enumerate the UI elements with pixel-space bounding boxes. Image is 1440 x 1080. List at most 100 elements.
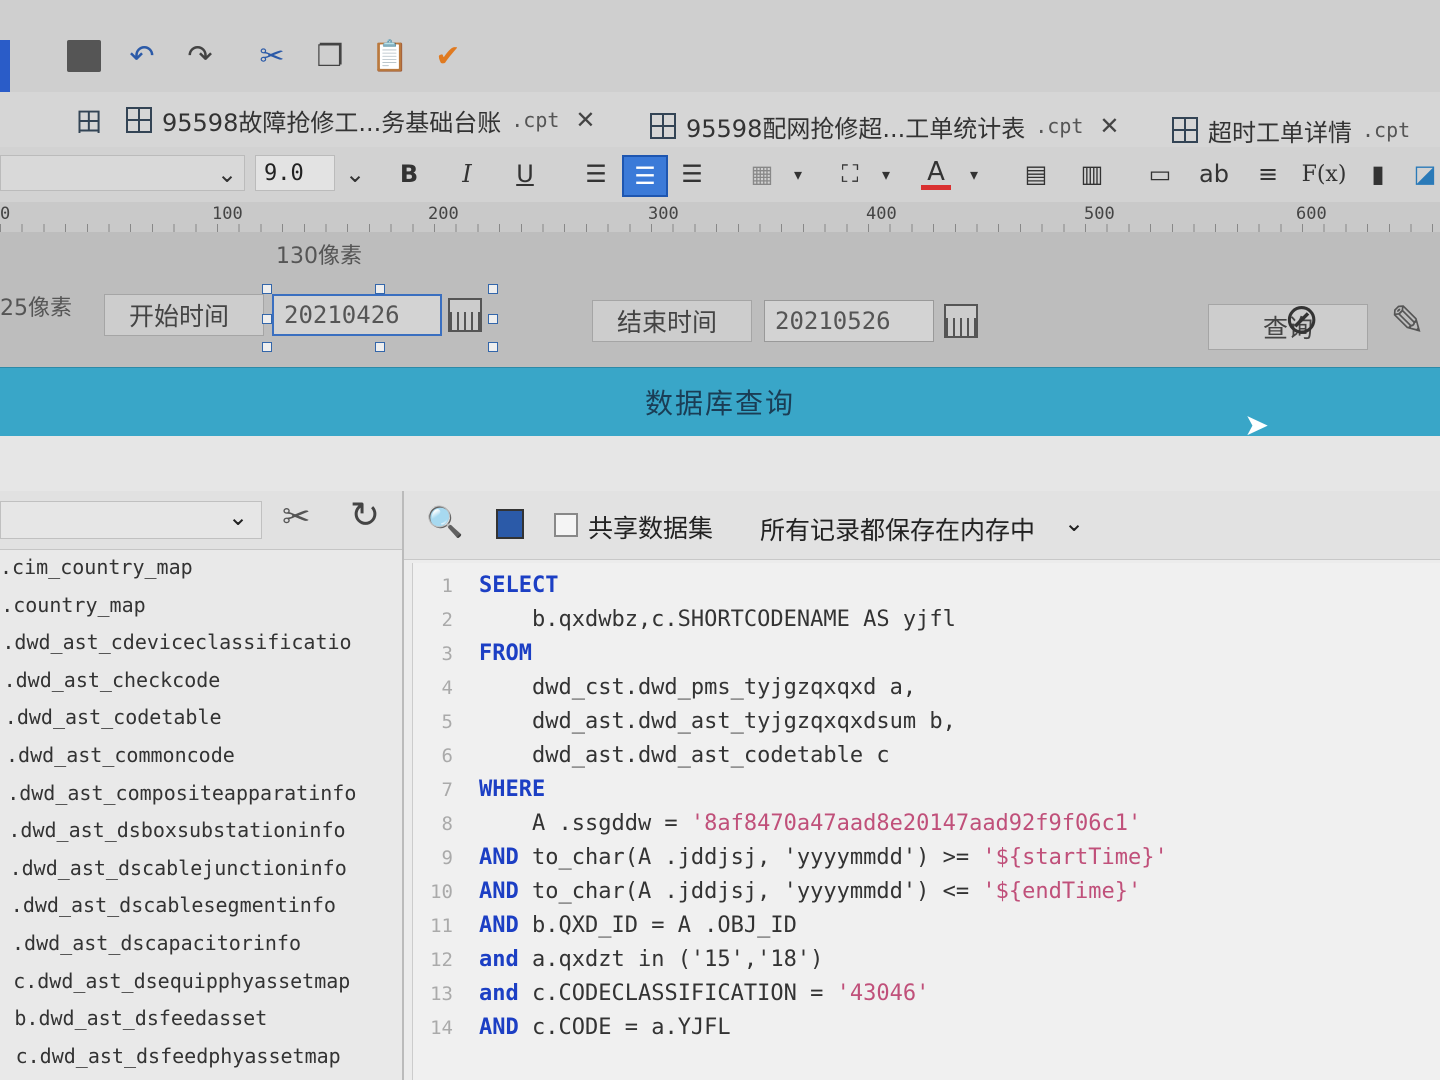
table-list-item[interactable]: .dwd_ast_dscablejunctioninfo [10,856,347,892]
ruler-mark: 500 [1084,204,1115,224]
font-size-select[interactable]: 9.0 [255,155,335,191]
table-list-item[interactable]: b.dwd_ast_dsfeedasset [14,1006,267,1042]
tab-file-3[interactable]: 超时工单详情 .cpt [1172,108,1410,152]
formula-button[interactable]: F(x) [1302,155,1347,193]
table-list-item[interactable]: .dwd_ast_commoncode [6,743,235,779]
sql-line: dwd_ast.dwd_ast_codetable c [479,743,890,768]
format-toolbar: ⌄ 9.0 ⌄ B I U ☰ ☰ ☰ ▦ ▾ ⛶ ▾ A ▾ ▤ ▥ ▭ ab… [0,147,1440,203]
sql-editor[interactable]: 1 SELECT 2 b.qxdwbz,c.SHORTCODENAME AS yjf… [412,563,1440,1080]
merge-cells-icon[interactable]: ▤ [1018,155,1054,193]
resize-handle[interactable] [262,284,272,294]
sql-keyword: WHERE [479,777,546,802]
sql-line: SELECT [479,573,558,598]
sql-line: FROM [479,641,532,666]
tab-label: 95598配网抢修超...工单统计表 [686,114,1026,143]
resize-handle[interactable] [488,284,498,294]
table-list-item[interactable]: .dwd_ast_checkcode [4,668,221,704]
chevron-down-icon[interactable]: ▾ [962,155,986,193]
calendar-icon[interactable] [944,304,978,338]
align-left-icon[interactable]: ☰ [578,155,614,193]
resize-handle[interactable] [262,342,272,352]
hide-eye-icon[interactable]: ⊘ [1284,294,1348,350]
chevron-down-icon[interactable]: ▾ [874,155,898,193]
table-list-item[interactable]: .dwd_ast_dscapacitorinfo [12,931,301,967]
align-center-icon[interactable]: ☰ [622,155,668,197]
cut-icon[interactable]: ✂ [252,36,292,76]
tab-extension: .cpt [1362,118,1411,142]
report-file-icon [126,107,152,133]
underline-button[interactable]: U [508,155,542,193]
table-list-item[interactable]: .dwd_ast_dscablesegmentinfo [11,893,336,929]
italic-button[interactable]: I [450,155,484,193]
tab-file-1[interactable]: 95598故障抢修工...务基础台账 .cpt ✕ [126,98,596,142]
resize-handle[interactable] [488,314,498,324]
line-number: 10 [430,881,453,903]
pencil-icon[interactable]: ✎ [1390,296,1440,352]
line-number: 6 [441,745,453,767]
tab-file-2[interactable]: 95598配网抢修超...工单统计表 .cpt ✕ [650,104,1120,148]
font-family-select[interactable] [0,155,245,191]
image-icon[interactable]: ◪ [1410,155,1440,193]
save-icon[interactable] [64,36,104,76]
font-size-value: 9.0 [264,160,304,186]
close-tab-icon[interactable]: ✕ [1099,112,1119,140]
sql-text: b.QXD_ID = A .OBJ_ID [518,913,797,938]
text-field-icon[interactable]: ▭ [1142,155,1178,193]
chevron-down-icon[interactable]: ▾ [786,155,810,193]
align-right-icon[interactable]: ☰ [674,155,710,193]
table-list-item[interactable]: .dwd_ast_cdeviceclassificatio [2,630,351,666]
schema-select[interactable] [0,501,262,539]
format-painter-icon[interactable]: ✔ [428,36,468,76]
sql-keyword: and [479,981,519,1006]
calendar-icon[interactable] [448,298,482,332]
resize-handle[interactable] [375,284,385,294]
table-list-item[interactable]: .dwd_ast_codetable [5,705,222,741]
parameter-panel: 130像素 25像素 开始时间 20210426 结束时间 20210526 查… [0,232,1440,367]
line-number: 14 [430,1017,453,1039]
shared-dataset-checkbox[interactable] [554,513,578,537]
font-color-icon[interactable]: A [918,155,954,193]
redo-icon[interactable]: ↷ [180,36,220,76]
paste-icon[interactable]: 📋 [370,36,410,76]
text-widget-button[interactable]: ab [1196,155,1232,193]
sql-text: to_char(A .jddjsj, 'yyyymmdd') <= [518,879,983,904]
resize-handle[interactable] [488,342,498,352]
memory-option-select[interactable]: 所有记录都保存在内存中 [760,511,1035,547]
table-list-item[interactable]: c.dwd_ast_dsfeedphyassetmap [16,1044,341,1080]
tab-label: 95598故障抢修工...务基础台账 [162,108,502,137]
chevron-down-icon[interactable]: ⌄ [1064,509,1084,537]
list-icon[interactable]: ≡ [1250,155,1286,193]
table-list-item[interactable]: c.dwd_ast_dsequipphyassetmap [13,969,350,1005]
line-number: 4 [441,677,453,699]
resize-handle[interactable] [262,314,272,324]
table-list-item[interactable]: .cim_country_map [0,555,193,591]
split-cells-icon[interactable]: ▥ [1074,155,1110,193]
database-query-bar[interactable]: 数据库查询 ➤ [0,367,1440,443]
preview-icon[interactable]: 🔍 [426,505,463,540]
end-date-input[interactable]: 20210526 [764,300,934,342]
start-date-input[interactable]: 20210426 [272,294,442,336]
border-icon[interactable]: ▦ [744,155,780,193]
end-time-label: 结束时间 [617,308,718,337]
undo-icon[interactable]: ↶ [122,36,162,76]
ruler-mark: 600 [1296,204,1327,224]
chevron-down-icon[interactable]: ⌄ [340,155,370,193]
width-hint: 130像素 [276,244,362,269]
start-label-box: 开始时间 [104,294,264,336]
tab-overflow-icon[interactable]: 田 [76,102,106,138]
tools-icon[interactable]: ✂ [282,497,311,537]
resize-handle[interactable] [375,342,385,352]
copy-icon[interactable]: ❐ [310,36,350,76]
chevron-down-icon[interactable]: ⌄ [212,155,242,193]
table-list-item[interactable]: .dwd_ast_compositeapparatinfo [7,781,356,817]
table-list-item[interactable]: .dwd_ast_dsboxsubstationinfo [8,818,345,854]
bold-button[interactable]: B [392,155,426,193]
close-tab-icon[interactable]: ✕ [575,106,595,134]
refresh-icon[interactable]: ↻ [350,495,380,536]
table-list-item[interactable]: .country_map [1,593,146,629]
chevron-down-icon[interactable]: ⌄ [228,503,248,531]
chart-icon[interactable]: ▮ [1360,155,1396,193]
save-dataset-icon[interactable] [496,509,524,539]
start-time-label: 开始时间 [129,302,230,331]
fill-color-icon[interactable]: ⛶ [832,155,868,193]
